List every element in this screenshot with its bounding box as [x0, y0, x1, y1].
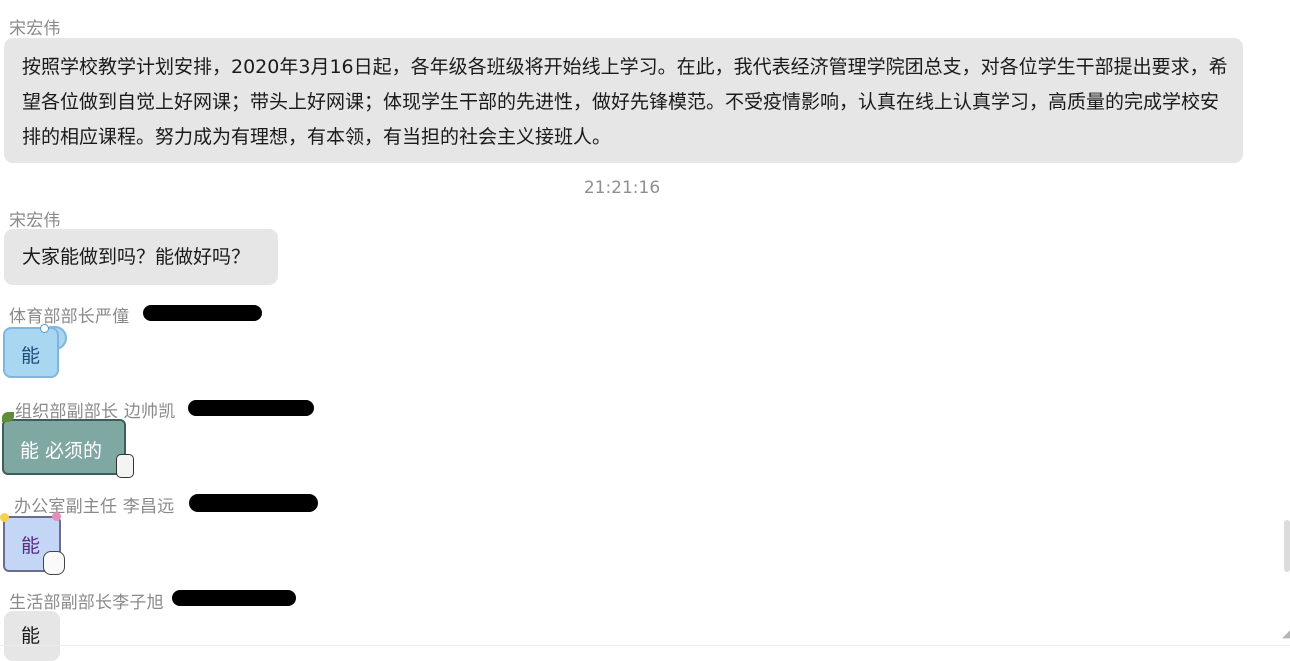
message-sender: 体育部部长严僮 [9, 307, 130, 327]
message-text: 能 [21, 535, 41, 557]
scrollbar-thumb[interactable] [1284, 520, 1290, 572]
message-bubble[interactable]: 大家能做到吗？能做好吗？ [4, 229, 279, 285]
bubble-decoration [52, 512, 61, 521]
bubble-decoration [116, 454, 134, 478]
bubble-decoration [0, 513, 9, 522]
message-sender: 生活部副部长李子旭 [9, 593, 164, 613]
bubble-decoration [43, 551, 65, 575]
redacted-name [189, 494, 318, 512]
message-sender: 宋宏伟 [9, 211, 61, 231]
redacted-name [188, 400, 314, 416]
divider [0, 645, 1290, 646]
resize-grip-icon[interactable]: ◢ [1282, 627, 1290, 640]
redacted-name [172, 590, 296, 606]
redacted-name [143, 305, 262, 321]
message-text: 能 [21, 345, 41, 367]
message-text: 能 必须的 [20, 440, 103, 462]
message-timestamp: 21:21:16 [583, 178, 661, 198]
bubble-decoration [40, 324, 49, 333]
message-bubble[interactable]: 按照学校教学计划安排，2020年3月16日起，各年级各班级将开始线上学习。在此，… [4, 38, 1243, 163]
message-sender: 宋宏伟 [9, 19, 61, 39]
message-bubble[interactable]: 能 [4, 611, 60, 661]
message-sender: 办公室副主任 李昌远 [14, 497, 175, 517]
